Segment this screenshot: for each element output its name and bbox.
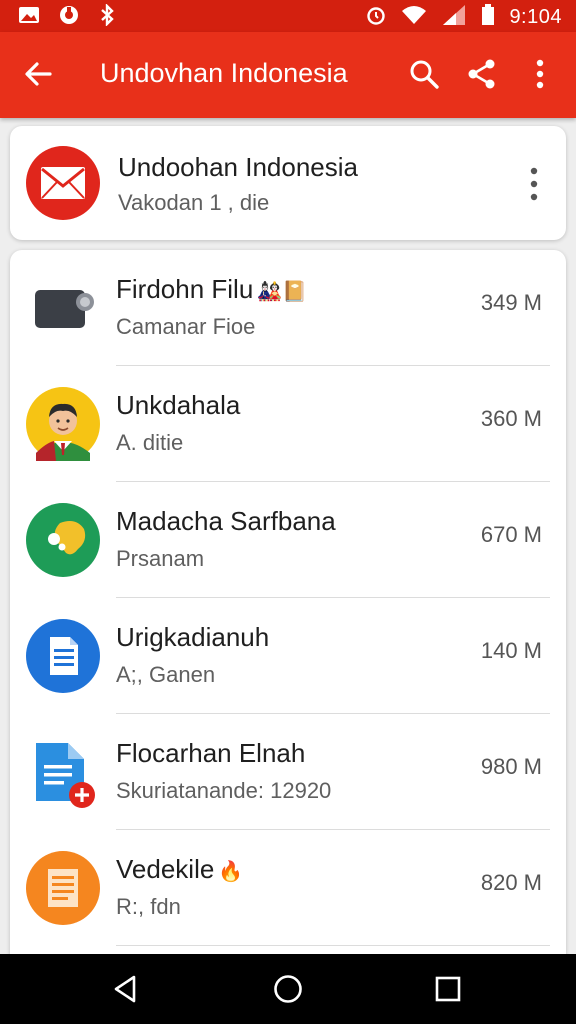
back-arrow-icon[interactable]: [18, 54, 58, 94]
file-add-icon: [26, 735, 100, 809]
item-title: Flocarhan Elnah: [116, 738, 306, 768]
list-item[interactable]: Vedekile 🔥 R:, fdn 820 M: [10, 830, 566, 946]
wifi-icon: [401, 4, 427, 31]
home-icon[interactable]: [268, 969, 308, 1009]
mail-icon: [26, 146, 100, 220]
camera-icon: [26, 271, 100, 345]
item-title: Unkdahala: [116, 390, 241, 420]
item-size: 820 M: [480, 870, 542, 895]
gallery-icon: [18, 5, 40, 30]
list-item[interactable]: Firdohn Filu 🎎📔 Camanar Fioe 349 M: [10, 250, 566, 366]
item-size: 349 M: [480, 290, 542, 315]
recents-icon[interactable]: [428, 969, 468, 1009]
item-title: Firdohn Filu: [116, 274, 254, 304]
item-size: 980 M: [480, 754, 542, 779]
item-size: 670 M: [480, 522, 542, 547]
more-vert-icon[interactable]: [520, 54, 560, 94]
item-size: 140 M: [480, 638, 542, 663]
notes-icon: [26, 851, 100, 925]
divider: [116, 945, 550, 946]
share-icon[interactable]: [462, 54, 502, 94]
signal-icon: [441, 4, 467, 31]
document-icon: [26, 619, 100, 693]
back-icon[interactable]: [106, 969, 146, 1009]
header-title: Undoohan Indonesia: [118, 152, 358, 182]
header-card[interactable]: Undoohan Indonesia Vakodan 1 , die: [10, 126, 566, 240]
person-avatar-icon: [26, 387, 100, 461]
vpn-icon: [58, 4, 80, 31]
header-subtitle: Vakodan 1 , die: [118, 190, 270, 215]
file-list: Firdohn Filu 🎎📔 Camanar Fioe 349 M Unkdah…: [10, 250, 566, 970]
item-subtitle: Skuriatanande: 12920: [116, 778, 332, 803]
item-subtitle: Camanar Fioe: [116, 314, 256, 339]
alarm-icon: [365, 4, 387, 31]
item-subtitle: Prsanam: [116, 546, 205, 571]
item-subtitle: A;, Ganen: [116, 662, 216, 687]
system-nav-bar: [0, 954, 576, 1024]
item-title-emoji: 🔥: [218, 861, 244, 883]
header-more-icon[interactable]: [524, 164, 544, 204]
bluetooth-icon: [98, 3, 116, 31]
list-item[interactable]: Madacha Sarfbana Prsanam 670 M: [10, 482, 566, 598]
item-title-emoji: 🎎📔: [257, 281, 308, 303]
search-icon[interactable]: [404, 54, 444, 94]
map-icon: [26, 503, 100, 577]
app-title: Undovhan Indonesia: [100, 58, 348, 88]
list-item[interactable]: Urigkadianuh A;, Ganen 140 M: [10, 598, 566, 714]
status-time: 9:104: [509, 6, 562, 28]
item-title: Madacha Sarfbana: [116, 506, 336, 536]
item-size: 360 M: [480, 406, 542, 431]
list-item[interactable]: Unkdahala A. ditie 360 M: [10, 366, 566, 482]
item-subtitle: R:, fdn: [116, 894, 181, 919]
item-subtitle: A. ditie: [116, 430, 184, 455]
item-title: Urigkadianuh: [116, 622, 270, 652]
list-item[interactable]: Flocarhan Elnah Skuriatanande: 12920 980…: [10, 714, 566, 830]
battery-icon: [481, 4, 495, 31]
status-bar: 9:104: [0, 0, 576, 32]
item-title: Vedekile: [116, 854, 215, 884]
app-bar: Undovhan Indonesia: [0, 32, 576, 118]
